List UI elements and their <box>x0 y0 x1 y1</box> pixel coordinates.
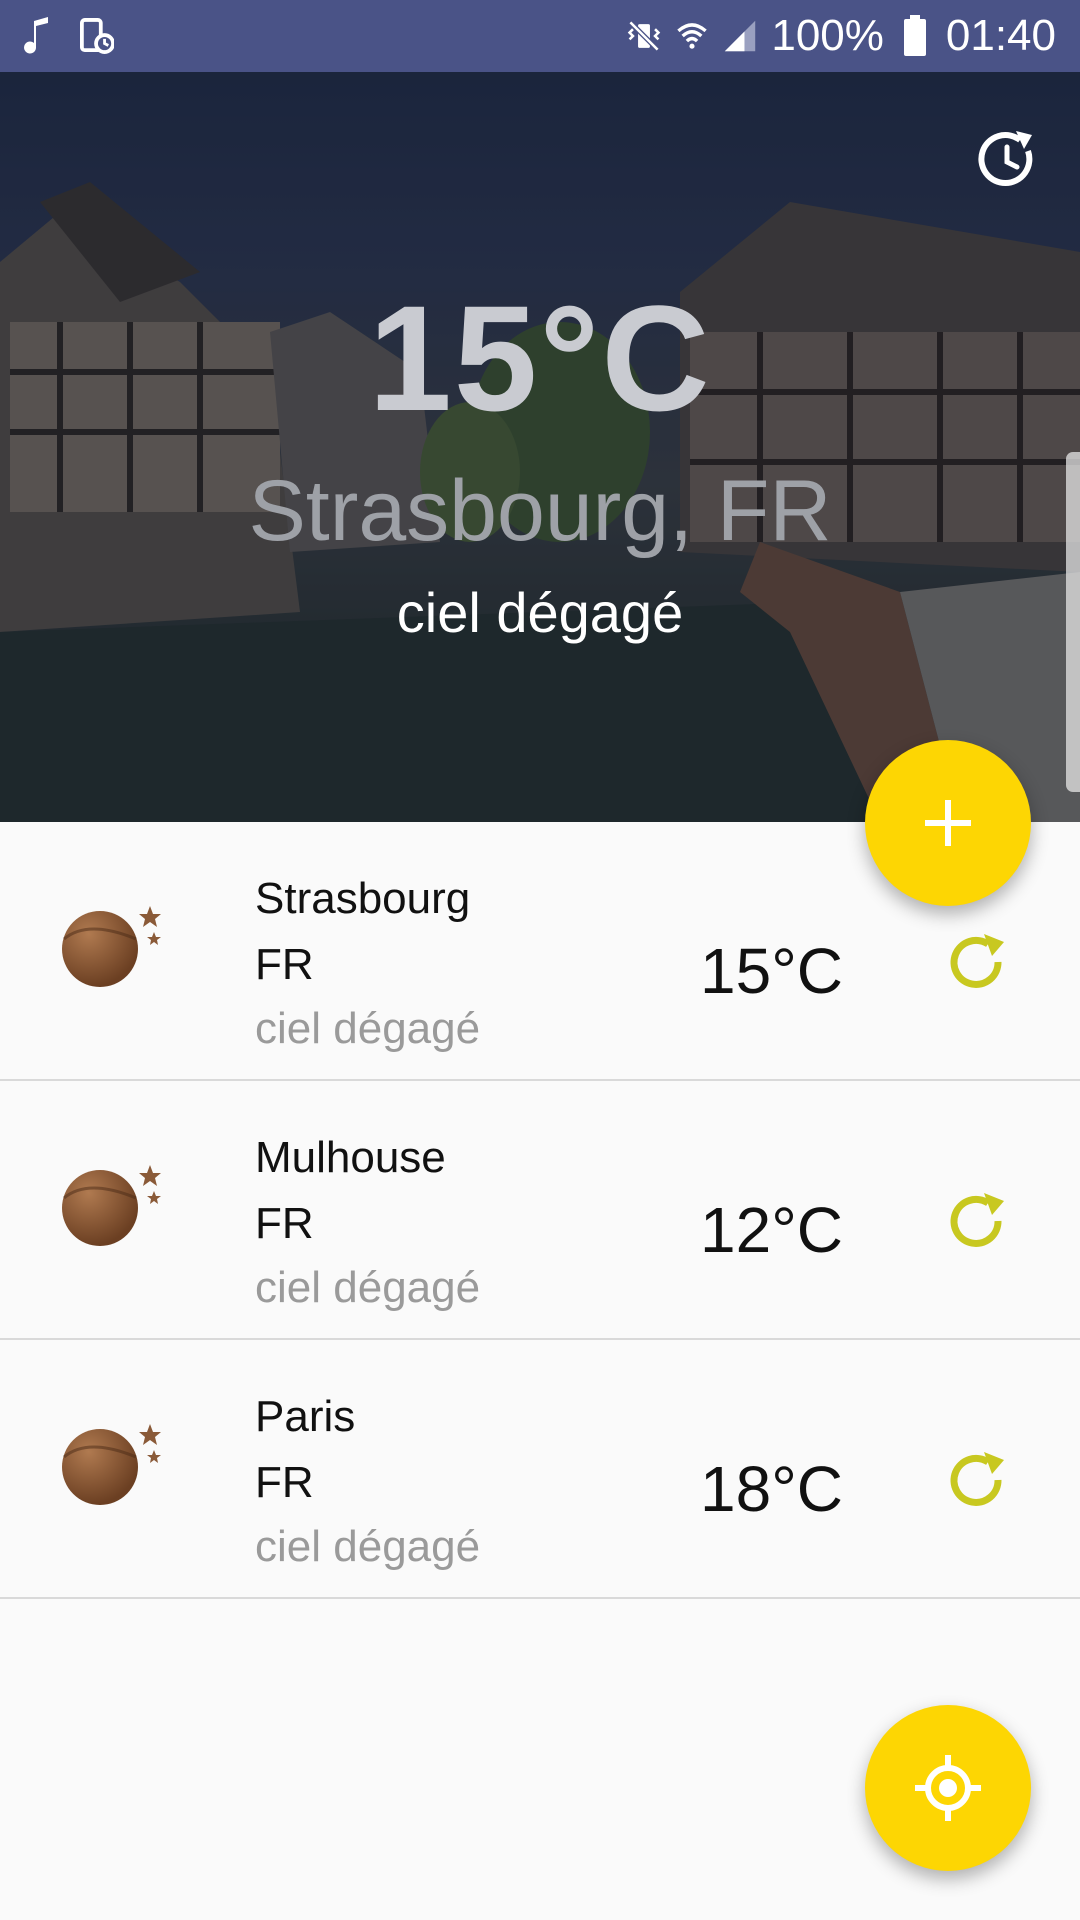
city-name: Mulhouse <box>255 1133 446 1182</box>
wifi-icon <box>675 16 709 56</box>
city-list: Strasbourg FR ciel dégagé 15°C Mulhouse … <box>0 822 1080 1599</box>
country-code: FR <box>255 1199 314 1248</box>
clear-night-icon <box>62 906 161 987</box>
city-temperature: 15°C <box>700 935 843 1007</box>
weather-description: ciel dégagé <box>255 1004 481 1053</box>
vibrate-mute-icon <box>627 16 661 56</box>
city-name: Strasbourg <box>255 874 471 923</box>
city-temperature: 12°C <box>700 1194 843 1266</box>
city-list-item[interactable]: Paris FR ciel dégagé 18°C <box>0 1340 1080 1599</box>
city-temperature: 18°C <box>700 1453 843 1525</box>
add-city-button[interactable] <box>865 740 1031 906</box>
weather-description: ciel dégagé <box>255 1522 481 1571</box>
scroll-indicator[interactable] <box>1066 452 1080 792</box>
hero-dim-overlay <box>0 72 1080 822</box>
music-note-icon <box>20 16 54 56</box>
plus-icon <box>925 800 971 846</box>
city-name: Paris <box>255 1392 356 1441</box>
clear-night-icon <box>62 1424 161 1505</box>
clock: 01:40 <box>945 11 1056 60</box>
history-icon <box>978 131 1033 186</box>
battery-icon <box>898 15 932 56</box>
hero-header: 15°C Strasbourg, FR ciel dégagé <box>0 72 1080 822</box>
battery-percentage: 100% <box>771 11 884 60</box>
current-description: ciel dégagé <box>396 581 684 644</box>
screen-timer-icon <box>80 16 114 56</box>
gps-target-icon <box>915 1755 981 1821</box>
country-code: FR <box>255 1458 314 1507</box>
refresh-icon[interactable] <box>948 934 1008 994</box>
status-bar: 100% 01:40 <box>0 0 1080 72</box>
clear-night-icon <box>62 1165 161 1246</box>
signal-icon <box>723 16 757 56</box>
locate-me-button[interactable] <box>865 1705 1031 1871</box>
current-location: Strasbourg, FR <box>248 463 832 559</box>
weather-description: ciel dégagé <box>255 1263 481 1312</box>
refresh-icon[interactable] <box>948 1452 1008 1512</box>
city-list-item[interactable]: Mulhouse FR ciel dégagé 12°C <box>0 1081 1080 1340</box>
refresh-icon[interactable] <box>948 1193 1008 1253</box>
history-button[interactable] <box>974 127 1040 193</box>
country-code: FR <box>255 940 314 989</box>
current-temperature: 15°C <box>368 274 712 442</box>
